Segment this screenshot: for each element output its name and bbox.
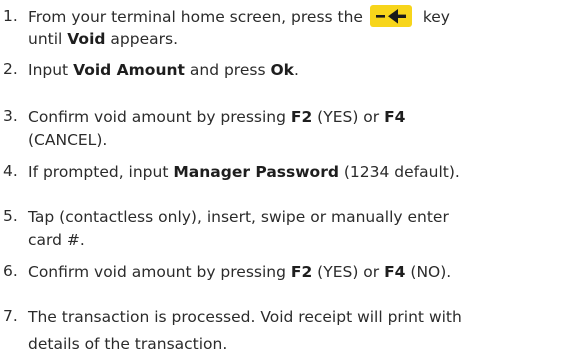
void-instructions-list: 1. From your terminal home screen, press…: [0, 0, 565, 363]
void-term: Void: [67, 30, 106, 48]
step-4-line-1: If prompted, input Manager Password (123…: [28, 162, 460, 182]
step-1-line-2: until Void appears.: [28, 29, 178, 49]
step-text: From your terminal home screen, press th…: [28, 8, 363, 26]
step-number: 5.: [3, 207, 18, 225]
ok-key-term: Ok: [270, 61, 294, 79]
step-2-line-1: Input Void Amount and press Ok.: [28, 60, 299, 80]
back-arrow-key-icon: [369, 5, 412, 27]
step-3-line-1: Confirm void amount by pressing F2 (YES)…: [28, 107, 405, 127]
step-1-line-1: From your terminal home screen, press th…: [28, 5, 450, 27]
step-text: key: [422, 8, 450, 26]
f4-key-term: F4: [384, 263, 406, 281]
void-amount-term: Void Amount: [73, 61, 185, 79]
step-text: (1234 default).: [338, 163, 460, 181]
step-text: until: [28, 30, 68, 48]
step-5-line-2: card #.: [28, 231, 85, 249]
f4-key-term: F4: [384, 108, 406, 126]
step-number: 6.: [3, 262, 18, 280]
step-text: .: [293, 61, 299, 79]
step-text: Confirm void amount by pressing: [28, 263, 291, 281]
step-text: (YES) or: [312, 263, 385, 281]
step-number: 7.: [3, 307, 18, 325]
step-text: (YES) or: [312, 108, 385, 126]
step-7-line-1: The transaction is processed. Void recei…: [28, 308, 462, 326]
f2-key-term: F2: [290, 108, 313, 126]
step-text: If prompted, input: [28, 163, 174, 181]
step-6-line-1: Confirm void amount by pressing F2 (YES)…: [28, 262, 451, 282]
step-3-line-2: (CANCEL).: [28, 131, 108, 149]
manager-password-term: Manager Password: [173, 163, 339, 181]
step-5-line-1: Tap (contactless only), insert, swipe or…: [28, 208, 449, 226]
step-text: Confirm void amount by pressing: [28, 108, 291, 126]
step-number: 3.: [3, 107, 18, 125]
step-7-line-2: details of the transaction.: [28, 335, 228, 353]
step-text: appears.: [105, 30, 178, 48]
step-number: 2.: [3, 60, 18, 78]
step-text: Input: [28, 61, 74, 79]
step-text: and press: [184, 61, 271, 79]
f2-key-term: F2: [290, 263, 313, 281]
step-number: 1.: [3, 7, 18, 25]
step-text: (NO).: [405, 263, 452, 281]
step-number: 4.: [3, 162, 18, 180]
